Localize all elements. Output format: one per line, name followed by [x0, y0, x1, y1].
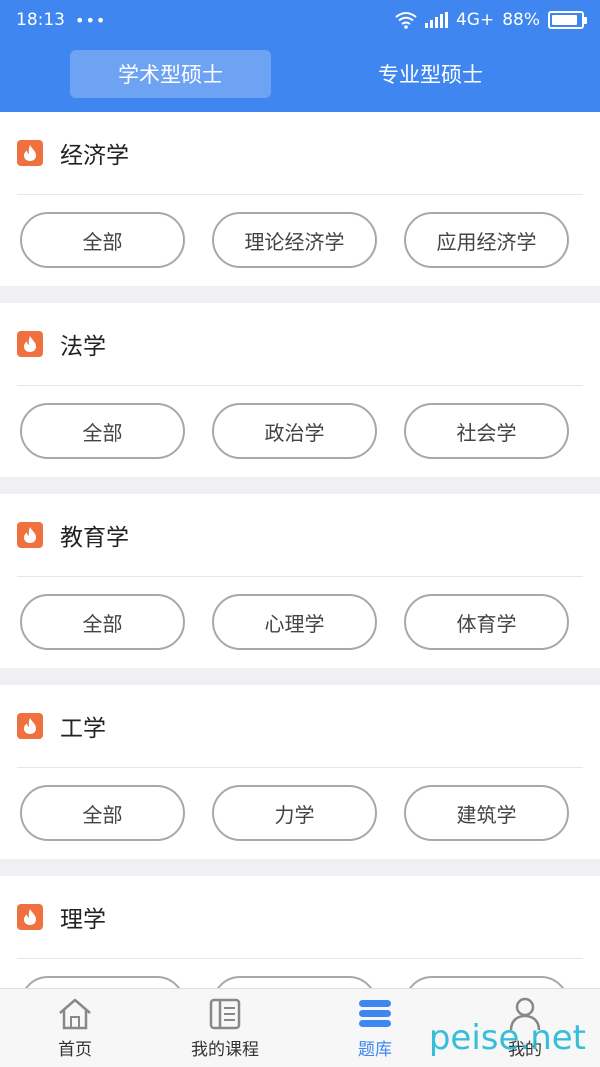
flame-icon: [17, 904, 43, 930]
pill-applied-economics[interactable]: 应用经济学: [404, 212, 569, 268]
section-title: 经济学: [60, 143, 129, 169]
section-engineering: 工学 全部 力学 建筑学: [0, 685, 600, 859]
question-bank-icon: [359, 1000, 391, 1027]
pill-mechanics[interactable]: 力学: [212, 785, 377, 841]
pill-item[interactable]: [404, 976, 569, 988]
tab-academic-master[interactable]: 学术型硕士: [70, 50, 271, 98]
divider: [17, 576, 583, 577]
degree-tabs: 学术型硕士 专业型硕士: [0, 50, 600, 100]
pill-all[interactable]: 全部: [20, 785, 185, 841]
pill-all[interactable]: 全部: [20, 212, 185, 268]
flame-icon: [17, 140, 43, 166]
flame-icon: [17, 331, 43, 357]
pill-architecture[interactable]: 建筑学: [404, 785, 569, 841]
pill-sociology[interactable]: 社会学: [404, 403, 569, 459]
pill-item[interactable]: [212, 976, 377, 988]
network-type: 4G+: [455, 10, 495, 30]
section-title: 教育学: [60, 525, 129, 551]
divider: [17, 958, 583, 959]
flame-icon: [17, 522, 43, 548]
pill-all[interactable]: [20, 976, 185, 988]
section-science: 理学: [0, 876, 600, 988]
section-title: 工学: [60, 716, 106, 742]
home-icon: [59, 998, 91, 1030]
divider: [17, 194, 583, 195]
courses-icon: [209, 998, 241, 1030]
pill-physical-education[interactable]: 体育学: [404, 594, 569, 650]
tab-professional-master[interactable]: 专业型硕士: [330, 50, 531, 98]
signal-icon: [424, 12, 448, 28]
section-title: 法学: [60, 334, 106, 360]
status-time: 18:13: [16, 10, 65, 30]
section-economics: 经济学 全部 理论经济学 应用经济学: [0, 112, 600, 286]
flame-icon: [17, 713, 43, 739]
pill-theoretical-economics[interactable]: 理论经济学: [212, 212, 377, 268]
divider: [17, 767, 583, 768]
nav-label: 我的课程: [191, 1040, 259, 1060]
pill-all[interactable]: 全部: [20, 403, 185, 459]
status-dots: •••: [75, 10, 107, 30]
watermark: peise.net: [428, 1018, 586, 1058]
nav-my-courses[interactable]: 我的课程: [150, 989, 300, 1067]
battery-percent: 88%: [502, 10, 540, 30]
category-list[interactable]: 经济学 全部 理论经济学 应用经济学 法学 全部 政治学 社会学 教育学 全部 …: [0, 112, 600, 988]
pill-political-science[interactable]: 政治学: [212, 403, 377, 459]
status-bar: 18:13 ••• 4G+ 88%: [0, 0, 600, 40]
pill-psychology[interactable]: 心理学: [212, 594, 377, 650]
nav-home[interactable]: 首页: [0, 989, 150, 1067]
pill-all[interactable]: 全部: [20, 594, 185, 650]
battery-icon: [548, 11, 587, 29]
section-law: 法学 全部 政治学 社会学: [0, 303, 600, 477]
section-education: 教育学 全部 心理学 体育学: [0, 494, 600, 668]
divider: [17, 385, 583, 386]
nav-question-bank[interactable]: 题库: [300, 989, 450, 1067]
wifi-icon: [395, 12, 417, 29]
nav-label: 题库: [358, 1040, 392, 1060]
nav-label: 首页: [58, 1040, 92, 1060]
header: 18:13 ••• 4G+ 88% 学术型硕士 专业型硕士: [0, 0, 600, 112]
section-title: 理学: [60, 907, 106, 933]
